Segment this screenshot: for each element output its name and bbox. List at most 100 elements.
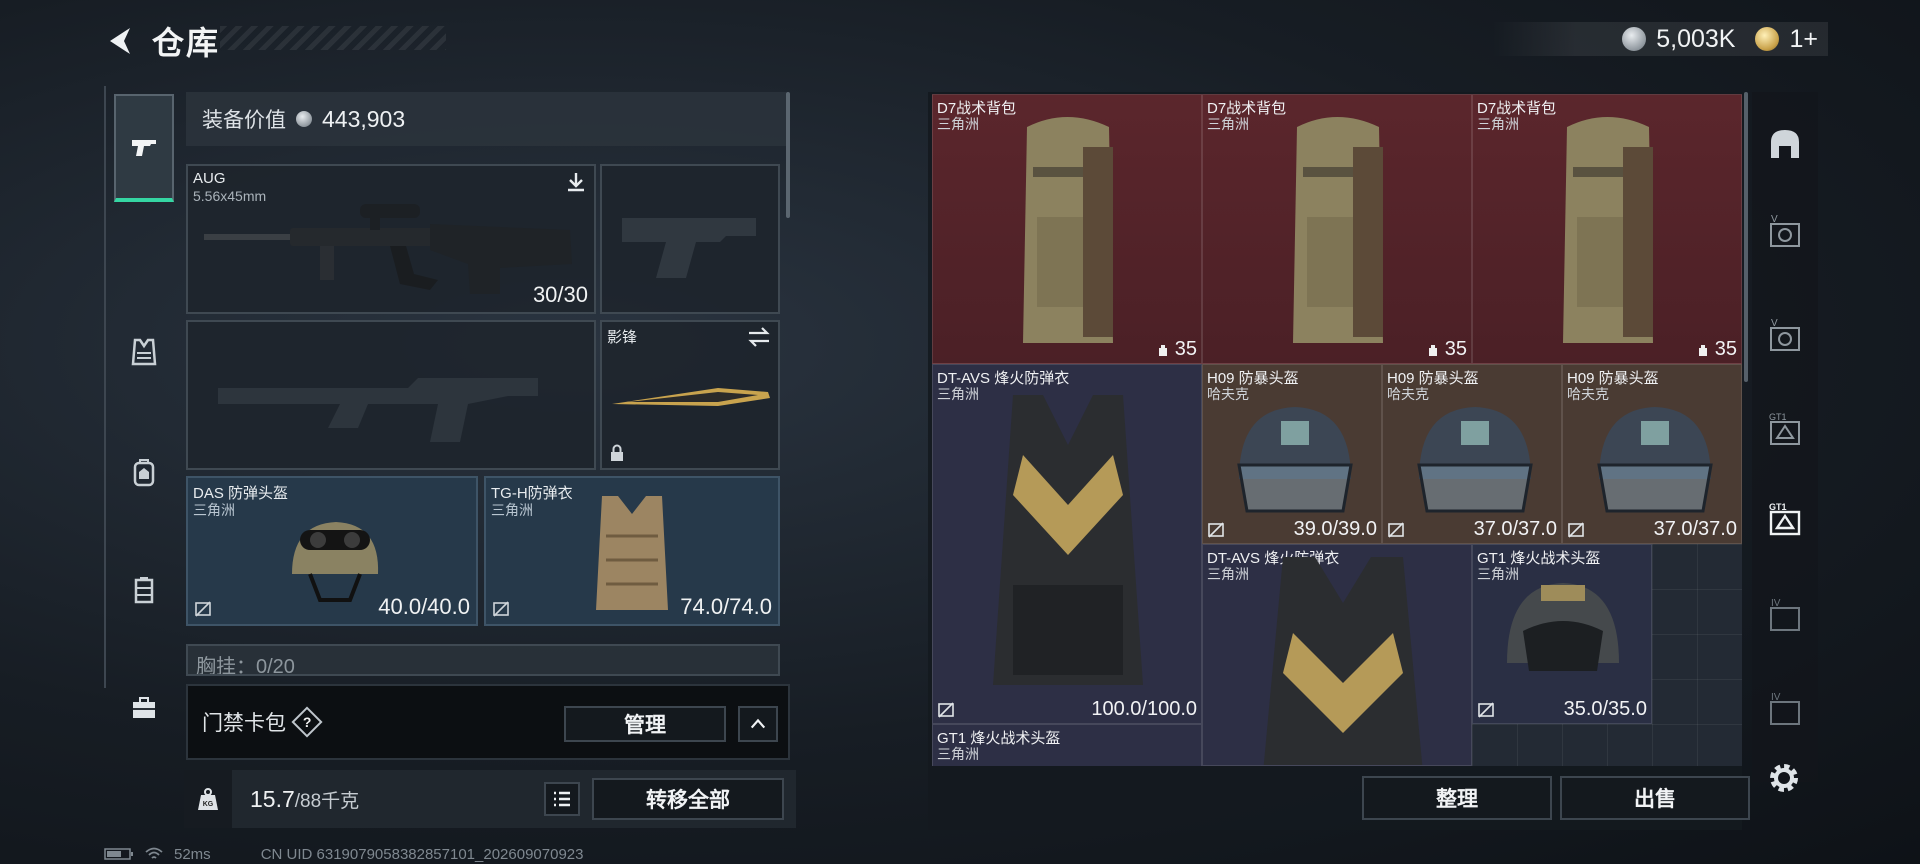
vest-icon xyxy=(131,338,157,366)
wifi-icon xyxy=(145,847,163,859)
svg-text:IV: IV xyxy=(1771,692,1781,703)
briefcase-icon xyxy=(133,697,155,718)
tab-container-1[interactable] xyxy=(1761,120,1809,168)
knife-image xyxy=(612,388,770,406)
list-view-button[interactable] xyxy=(544,782,580,816)
storage-actions: 整理 出售 xyxy=(1362,776,1750,820)
storage-panel: D7战术背包 三角洲 35 D7战术背包 三角洲 35 D7战术背包 三角洲 3… xyxy=(928,92,1750,830)
manage-button[interactable]: 管理 xyxy=(564,706,726,742)
tab-container-2[interactable]: V xyxy=(1761,208,1809,256)
sell-button[interactable]: 出售 xyxy=(1560,776,1750,820)
tab-container-7[interactable]: IV xyxy=(1761,686,1809,734)
riot-helmet-image xyxy=(1417,407,1533,513)
storage-item[interactable]: H09 防暴头盔 哈夫克 37.0/37.0 xyxy=(1562,364,1742,544)
header: 仓库 xyxy=(104,18,220,64)
back-arrow-icon[interactable] xyxy=(104,24,138,58)
tab-weapons[interactable] xyxy=(114,94,174,202)
weapon-name: AUG xyxy=(193,170,226,187)
container-gt1-icon: GT1 xyxy=(1769,412,1800,445)
no-repair-icon xyxy=(938,702,954,718)
title-decoration xyxy=(220,26,446,50)
storage-item[interactable]: D7战术背包 三角洲 35 xyxy=(1202,94,1472,364)
melee-name: 影锋 xyxy=(607,329,638,346)
storage-item[interactable]: H09 防暴头盔 哈夫克 37.0/37.0 xyxy=(1382,364,1562,544)
weight-icon: KG xyxy=(184,770,232,828)
no-repair-icon xyxy=(1478,702,1494,718)
gold-balance[interactable]: 1+ xyxy=(1789,25,1818,54)
chest-rig-row[interactable]: 胸挂：0/20 xyxy=(186,644,780,676)
equipment-value: 443,903 xyxy=(322,105,406,132)
loadout-scrollbar[interactable] xyxy=(786,92,790,218)
armor-durability: 74.0/74.0 xyxy=(680,594,772,619)
category-tabs xyxy=(104,86,176,718)
rifle-placeholder-icon xyxy=(218,378,538,442)
weapon-ammo: 30/30 xyxy=(532,282,588,307)
backpack-image xyxy=(1023,117,1113,343)
no-repair-icon xyxy=(493,601,509,617)
svg-text:GT1: GT1 xyxy=(1769,502,1787,512)
currency-bar: 5,003K 1+ xyxy=(1492,22,1828,56)
primary-weapon-slot[interactable]: AUG 5.56x45mm 30/30 xyxy=(186,164,596,314)
storage-scrollbar[interactable] xyxy=(1744,92,1748,382)
storage-item[interactable]: DT-AVS 烽火防弹衣 三角洲 xyxy=(1202,544,1472,766)
body-armor-slot[interactable]: TG-H防弹衣 三角洲 74.0/74.0 xyxy=(484,476,780,626)
tab-case[interactable] xyxy=(116,680,172,736)
download-icon[interactable] xyxy=(564,170,588,194)
battery-icon xyxy=(104,848,133,860)
armor-brand: 三角洲 xyxy=(491,502,533,518)
page-title: 仓库 xyxy=(152,25,221,61)
silver-coin-icon xyxy=(1622,27,1647,51)
tactical-helmet-image xyxy=(1507,583,1619,671)
tab-container-5-active[interactable]: GT1 xyxy=(1761,496,1809,544)
weight-max: /88千克 xyxy=(294,790,360,812)
riot-helmet-image xyxy=(1237,407,1353,513)
storage-item[interactable]: D7战术背包 三角洲 35 xyxy=(932,94,1202,364)
svg-text:GT1: GT1 xyxy=(1769,412,1787,422)
tab-rig[interactable] xyxy=(116,562,172,618)
tab-container-3[interactable]: V xyxy=(1761,312,1809,360)
helmet-slot[interactable]: DAS 防弹头盔 三角洲 40.0/40.0 xyxy=(186,476,478,626)
helmet-image xyxy=(292,522,379,602)
storage-grid: D7战术背包 三角洲 35 D7战术背包 三角洲 35 D7战术背包 三角洲 3… xyxy=(932,94,1742,766)
tab-container-4[interactable]: GT1 xyxy=(1761,406,1809,454)
sidearm-slot-empty[interactable] xyxy=(600,164,780,314)
secondary-weapon-slot-empty[interactable] xyxy=(186,320,596,470)
container-iv-icon: IV xyxy=(1770,692,1800,725)
storage-item[interactable]: D7战术背包 三角洲 35 xyxy=(1472,94,1742,364)
storage-item[interactable]: GT1 烽火战术头盔 三角洲 35.0/35.0 xyxy=(1472,544,1652,724)
container-v-icon: V xyxy=(1770,214,1800,247)
lock-icon xyxy=(611,444,623,461)
storage-item[interactable]: H09 防暴头盔 哈夫克 39.0/39.0 xyxy=(1202,364,1382,544)
sort-button[interactable]: 整理 xyxy=(1362,776,1552,820)
container-iv-icon: IV xyxy=(1770,598,1800,631)
aug-rifle-image xyxy=(204,204,572,294)
chest-rig-label: 胸挂：0/20 xyxy=(196,656,295,676)
help-icon[interactable]: ? xyxy=(291,706,323,738)
gear-icon xyxy=(1770,764,1798,792)
riot-helmet-image xyxy=(1597,407,1713,513)
silver-coin-icon xyxy=(296,111,312,127)
armor-vest-image xyxy=(596,496,668,610)
capacity-icon xyxy=(1428,344,1437,356)
chevron-up-icon xyxy=(750,718,766,729)
rig-icon xyxy=(134,577,154,604)
settings-button[interactable] xyxy=(1764,758,1804,798)
swap-icon[interactable] xyxy=(746,326,772,348)
transfer-all-button[interactable]: 转移全部 xyxy=(592,778,784,820)
gold-coin-icon xyxy=(1755,27,1780,51)
svg-text:IV: IV xyxy=(1771,598,1781,609)
tab-armor[interactable] xyxy=(116,324,172,380)
melee-slot[interactable]: 影锋 xyxy=(600,320,780,470)
storage-item[interactable]: DT-AVS 烽火防弹衣 三角洲 100.0/100.0 xyxy=(932,364,1202,724)
loadout-panel: 装备价值 443,903 AUG 5.56x45mm 30/30 影锋 DAS … xyxy=(186,92,790,676)
no-repair-icon xyxy=(1208,522,1224,538)
storage-item[interactable]: GT1 烽火战术头盔 三角洲 xyxy=(932,724,1202,766)
capacity-icon xyxy=(1158,344,1167,356)
tab-container-6[interactable]: IV xyxy=(1761,592,1809,640)
no-repair-icon xyxy=(195,601,211,617)
tab-backpack[interactable] xyxy=(116,444,172,500)
helmet-slot-icon xyxy=(1771,130,1799,158)
collapse-button[interactable] xyxy=(738,706,778,742)
status-bar: 52ms CN UID 6319079058382857101_20260907… xyxy=(104,844,583,864)
weight-current: 15.7 xyxy=(250,785,295,812)
